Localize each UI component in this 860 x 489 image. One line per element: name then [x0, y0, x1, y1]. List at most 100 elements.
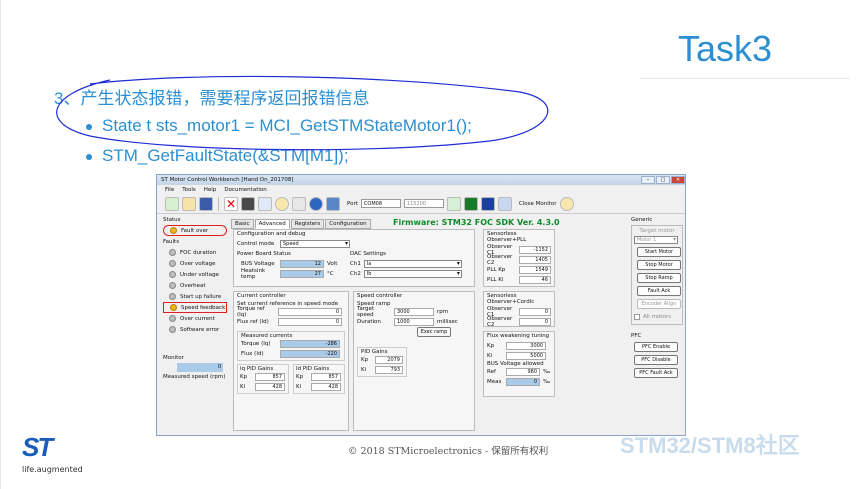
flux-measured-label: Flux (Id)	[241, 351, 264, 357]
save-icon[interactable]	[199, 196, 213, 211]
all-motors-checkbox[interactable]	[634, 314, 640, 320]
chip-icon[interactable]	[241, 196, 255, 211]
duration-unit: millisec	[437, 319, 458, 325]
maximize-icon[interactable]: □	[656, 176, 670, 184]
speed-kp-input[interactable]: 2079	[375, 356, 403, 364]
target-motor-label: Target motor	[639, 228, 675, 234]
measured-currents-box: Measured currents Torque (Iq) -286 Flux …	[237, 331, 345, 361]
id-ki-input[interactable]: 428	[311, 383, 341, 391]
fault-led-icon	[169, 293, 176, 300]
copyright: © 2018 STMicroelectronics - 保留所有权利	[348, 446, 549, 457]
fw-ki-input[interactable]: 5000	[506, 352, 546, 360]
monitor-icon[interactable]	[463, 196, 478, 211]
bus-voltage-value: 12	[280, 260, 324, 268]
pfc-disable-button[interactable]: PFC Disable	[634, 355, 678, 365]
port-select[interactable]: COM08	[360, 199, 401, 208]
id-ki-label: Ki	[296, 384, 302, 390]
delete-icon[interactable]: ✕	[224, 196, 238, 211]
download-icon[interactable]	[258, 196, 272, 211]
clock-icon[interactable]	[275, 196, 289, 211]
open-folder-icon[interactable]	[182, 196, 196, 211]
cordic-c2-label: Observer C2	[487, 316, 513, 328]
encoder-align-button[interactable]: Encoder Align	[637, 299, 681, 309]
speed-kp-row: Kp 2079	[361, 355, 403, 365]
iq-kp-input[interactable]: 857	[255, 373, 285, 381]
fault-led-icon	[169, 326, 176, 333]
fw-kp-input[interactable]: 3000	[506, 342, 546, 350]
duration-input[interactable]: 1000	[394, 318, 434, 326]
menu-file[interactable]: File	[165, 187, 174, 193]
target-motor-select[interactable]: Motor 1	[634, 236, 678, 244]
close-monitor-label[interactable]: Close Monitor	[519, 201, 557, 207]
pll-ki-input[interactable]: 46	[519, 276, 551, 284]
document-icon[interactable]	[292, 196, 306, 211]
hand-drawn-ellipse	[56, 75, 549, 151]
sensorless-cordic-title: Sensorless Observer+Cordic	[487, 293, 535, 305]
iq-ki-row: Ki 428	[240, 382, 286, 392]
ch2-select[interactable]: Ib	[363, 270, 462, 278]
menu-documentation[interactable]: Documentation	[224, 187, 266, 193]
fault-ack-button[interactable]: Fault Ack	[637, 286, 681, 296]
pfc-enable-button[interactable]: PFC Enable	[634, 342, 678, 352]
menu-help[interactable]: Help	[204, 187, 217, 193]
generic-box: Target motor Motor 1 Start Motor Stop Mo…	[631, 225, 683, 325]
speed-ki-input[interactable]: 793	[375, 366, 403, 374]
new-project-icon[interactable]	[165, 196, 179, 211]
start-motor-button[interactable]: Start Motor	[637, 247, 681, 257]
torque-ref-input[interactable]: 0	[278, 308, 342, 316]
cordic-c1-input[interactable]: 0	[519, 308, 551, 316]
motor-workbench-window: ST Motor Control Workbench [Hand On_2017…	[156, 174, 686, 436]
fw-meas-label: Meas	[487, 379, 502, 385]
status-panel: Status Fault over Faults FOC duration Ov…	[163, 217, 227, 335]
baud-select[interactable]: 115200	[403, 199, 444, 208]
pll-c2-input[interactable]: 1405	[519, 256, 551, 264]
current-controller-title: Current controller	[237, 293, 286, 299]
pll-kp-input[interactable]: 1549	[519, 266, 551, 274]
fw-ref-input[interactable]: 980	[506, 368, 540, 376]
help-icon[interactable]	[309, 196, 323, 211]
chart-icon[interactable]	[497, 196, 512, 211]
speed-controller-title: Speed controller	[357, 293, 403, 299]
pause-icon[interactable]	[480, 196, 495, 211]
pfc-fault-ack-button[interactable]: PFC Fault Ack	[634, 368, 678, 378]
fault-row: Software error	[163, 324, 227, 335]
window-controls: – □ ✕	[640, 176, 685, 184]
menu-tools[interactable]: Tools	[182, 187, 196, 193]
exec-ramp-button[interactable]: Exec ramp	[417, 327, 451, 337]
fault-row: FOC duration	[163, 247, 227, 258]
tab-bar: Basic Advanced Registers Configuration	[231, 219, 371, 229]
status-led-icon	[170, 227, 177, 234]
tab-basic[interactable]: Basic	[231, 219, 254, 229]
status-header: Status	[163, 217, 181, 223]
speed-kp-label: Kp	[361, 357, 369, 363]
close-monitor-icon[interactable]	[559, 196, 574, 211]
stop-ramp-button[interactable]: Stop Ramp	[637, 273, 681, 283]
minimize-icon[interactable]: –	[641, 176, 655, 184]
heatsink-label: Heatsink temp	[241, 268, 266, 280]
control-mode-select[interactable]: Speed	[280, 240, 350, 248]
stop-motor-button[interactable]: Stop Motor	[637, 260, 681, 270]
target-speed-input[interactable]: 3000	[394, 308, 434, 316]
pll-kp-row: PLL Kp 1549	[487, 265, 551, 275]
close-icon[interactable]: ✕	[671, 176, 685, 184]
fault-led-icon	[170, 304, 177, 311]
bus-voltage-label: BUS Voltage	[241, 261, 275, 267]
info-icon[interactable]	[326, 196, 340, 211]
fault-led-icon	[169, 282, 176, 289]
connect-icon[interactable]	[446, 196, 461, 211]
fault-row: Under voltage	[163, 269, 227, 280]
tab-configuration[interactable]: Configuration	[325, 219, 371, 229]
cordic-c2-input[interactable]: 0	[519, 318, 551, 326]
pll-c1-input[interactable]: -1152	[519, 246, 551, 254]
fault-label: Over current	[180, 315, 215, 322]
id-kp-input[interactable]: 857	[311, 373, 341, 381]
flux-ref-input[interactable]: 0	[278, 318, 342, 326]
ch1-label: Ch1	[350, 261, 361, 267]
ch1-select[interactable]: Ia	[363, 260, 462, 268]
iq-ki-input[interactable]: 428	[255, 383, 285, 391]
heatsink-row: Heatsink temp 27 °C Ch2 Ib	[237, 268, 471, 280]
heatsink-value: 27	[280, 270, 324, 278]
tab-registers[interactable]: Registers	[290, 219, 325, 229]
tab-advanced[interactable]: Advanced	[254, 219, 290, 229]
generic-header: Generic	[631, 217, 653, 223]
